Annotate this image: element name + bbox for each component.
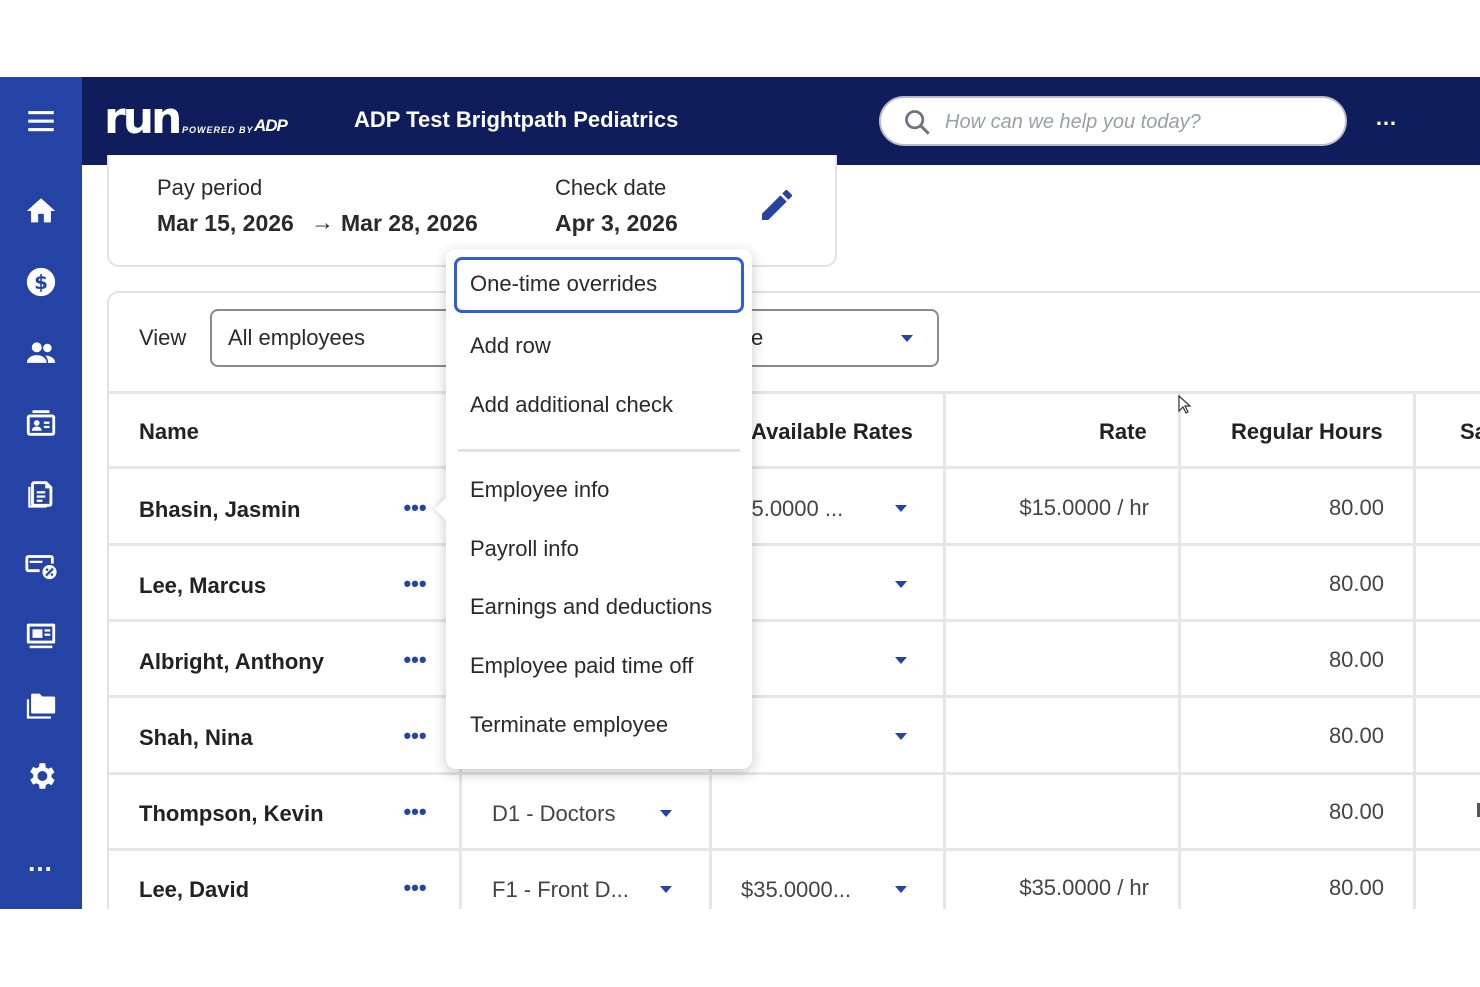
check-date-value: Apr 3, 2026 [555, 210, 678, 236]
department-value: D1 - Doctors [492, 801, 616, 826]
regular-hours-value[interactable]: 80.00 [1199, 723, 1384, 749]
divider [109, 848, 1480, 851]
more-label: … [27, 847, 55, 877]
column-header-available-rates[interactable]: Available Rates [751, 419, 913, 445]
available-rate-value: $35.0000... [741, 877, 852, 902]
sidebar: $ … [0, 77, 82, 909]
divider [109, 543, 1480, 546]
chevron-down-icon[interactable] [660, 810, 672, 817]
divider [109, 466, 1480, 469]
dollar-icon[interactable]: $ [0, 260, 82, 304]
id-card-icon[interactable] [0, 401, 82, 445]
search-box[interactable] [879, 96, 1347, 146]
column-header-rate[interactable]: Rate [1099, 419, 1147, 445]
employee-name[interactable]: Bhasin, Jasmin [139, 497, 300, 523]
employee-name[interactable]: Shah, Nina [139, 725, 253, 751]
chevron-down-icon[interactable] [895, 581, 907, 588]
row-more-button[interactable]: ••• [401, 801, 429, 827]
regular-hours-value[interactable]: 80.00 [1199, 647, 1384, 673]
gear-icon[interactable] [0, 754, 82, 798]
row-more-button[interactable]: ••• [401, 877, 429, 903]
people-icon[interactable] [0, 331, 82, 375]
row-more-button[interactable]: ••• [401, 497, 429, 523]
divider [1178, 391, 1181, 909]
app-window: $ … run POWERED BY ADP ADP Test Brightpa… [0, 77, 1480, 909]
row-more-button[interactable]: ••• [401, 649, 429, 675]
employee-name[interactable]: Thompson, Kevin [139, 801, 324, 827]
rate-value: $15.0000 / hr [1019, 495, 1149, 520]
mouse-cursor-icon [1178, 395, 1192, 414]
chevron-down-icon[interactable] [895, 733, 907, 740]
second-select-value: e [751, 325, 764, 350]
regular-hours-value[interactable]: 80.00 [1199, 875, 1384, 901]
chevron-down-icon[interactable] [660, 886, 672, 893]
employee-name[interactable]: Lee, Marcus [139, 573, 266, 599]
available-rate-value: $15.0000 ... [741, 496, 881, 522]
employee-name[interactable]: Lee, David [139, 877, 249, 903]
menu-item-add-row[interactable]: Add row [454, 319, 744, 375]
column-header-name[interactable]: Name [139, 419, 199, 445]
menu-item-one-time-overrides[interactable]: One-time overrides [454, 257, 744, 313]
pay-period-label: Pay period [157, 175, 263, 200]
menu-item-terminate-employee[interactable]: Terminate employee [454, 698, 744, 754]
regular-hours-value[interactable]: 80.00 [1199, 799, 1384, 825]
divider [109, 695, 1480, 698]
menu-item-employee-info[interactable]: Employee info [454, 463, 744, 519]
benefits-icon[interactable] [0, 543, 82, 587]
divider [1413, 391, 1416, 909]
divider [109, 772, 1480, 775]
menu-item-earnings-deductions[interactable]: Earnings and deductions [454, 580, 744, 636]
menu-divider [458, 449, 740, 452]
menu-item-add-additional-check[interactable]: Add additional check [454, 378, 744, 434]
available-rate-text: $15.0000 ... [741, 496, 844, 521]
header-more-button[interactable]: … [1368, 103, 1404, 139]
logo-run-text: run [104, 93, 182, 144]
chevron-down-icon[interactable] [895, 657, 907, 664]
department-value: F1 - Front D... [492, 877, 629, 902]
run-adp-logo[interactable]: run POWERED BY ADP [104, 93, 304, 145]
documents-icon[interactable] [0, 472, 82, 516]
chevron-down-icon [901, 335, 913, 342]
check-date-label: Check date [555, 175, 667, 200]
rate-value: $35.0000 / hr [1019, 875, 1149, 900]
chevron-down-icon[interactable] [895, 505, 907, 512]
employee-name[interactable]: Albright, Anthony [139, 649, 324, 675]
regular-hours-value[interactable]: 80.00 [1199, 495, 1384, 521]
more-icon[interactable]: … [0, 840, 82, 884]
company-name: ADP Test Brightpath Pediatrics [354, 107, 679, 132]
row-actions-menu: One-time overrides Add row Add additiona… [434, 249, 752, 769]
column-header-salary[interactable]: Sa [1460, 419, 1480, 445]
arrow-right-icon: → [311, 209, 334, 235]
logo-powered-text: POWERED BY [182, 125, 254, 135]
home-icon[interactable] [0, 189, 82, 233]
folder-icon[interactable] [0, 683, 82, 727]
view-select-value: All employees [228, 325, 365, 350]
row-more-button[interactable]: ••• [401, 725, 429, 751]
regular-hours-value[interactable]: 80.00 [1199, 571, 1384, 597]
menu-item-employee-pto[interactable]: Employee paid time off [454, 639, 744, 695]
divider [109, 391, 1480, 394]
svg-text:$: $ [34, 271, 48, 294]
divider [109, 619, 1480, 622]
pay-period-end: Mar 28, 2026 [341, 210, 478, 236]
presentation-icon[interactable] [0, 613, 82, 657]
pencil-edit-icon[interactable] [757, 185, 797, 225]
divider [943, 391, 946, 909]
row-more-button[interactable]: ••• [401, 573, 429, 599]
payroll-table-card: View All employees e Name Available Rate… [107, 291, 1480, 909]
column-header-regular-hours[interactable]: Regular Hours [1231, 419, 1383, 445]
logo-adp-text: ADP [254, 116, 288, 135]
search-input[interactable] [945, 108, 1325, 136]
menu-icon[interactable] [0, 99, 82, 143]
search-icon [905, 110, 930, 135]
top-header: run POWERED BY ADP ADP Test Brightpath P… [82, 77, 1480, 165]
view-label: View [139, 325, 187, 350]
pay-period-start: Mar 15, 2026 [157, 210, 294, 236]
chevron-down-icon[interactable] [895, 886, 907, 893]
menu-item-payroll-info[interactable]: Payroll info [454, 522, 744, 578]
